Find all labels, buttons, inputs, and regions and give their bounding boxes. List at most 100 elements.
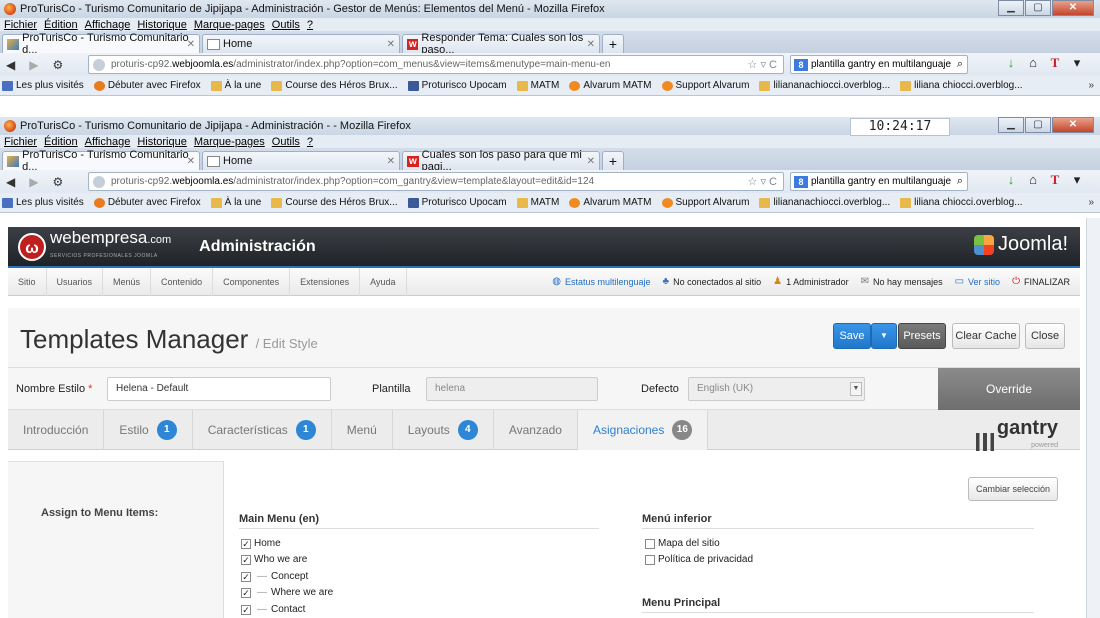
close-window-button[interactable]: ✕: [1052, 0, 1094, 16]
menu-item-where-we-are[interactable]: ✓ — Where we are: [241, 587, 333, 598]
menu-fichier[interactable]: Fichier: [4, 136, 37, 148]
defecto-select[interactable]: English (UK) ▼: [688, 377, 865, 401]
bookmark-item[interactable]: Les plus visités: [2, 197, 84, 208]
menu-affichage[interactable]: Affichage: [85, 19, 131, 31]
menu-chevron-icon[interactable]: ▾: [1066, 172, 1088, 188]
download-icon[interactable]: ↓: [1000, 55, 1022, 71]
bookmark-item[interactable]: MATM: [516, 197, 559, 208]
maximize-button[interactable]: ▢: [1025, 0, 1051, 16]
menu-item-concept[interactable]: ✓ — Concept: [241, 571, 308, 582]
clear-cache-button[interactable]: Clear Cache: [952, 323, 1020, 349]
page-scrollbar[interactable]: [1086, 218, 1100, 618]
close-window-button[interactable]: ✕: [1052, 117, 1094, 133]
menu-marque-pages[interactable]: Marque-pages: [194, 136, 265, 148]
menu-edition[interactable]: Édition: [44, 136, 78, 148]
browser-tab[interactable]: w Cuales son los paso para que mi pagi..…: [402, 149, 600, 173]
menu-historique[interactable]: Historique: [137, 136, 187, 148]
search-icon[interactable]: ⌕: [957, 175, 963, 188]
bookmark-item[interactable]: Débuter avec Firefox: [93, 197, 201, 208]
bookmark-star-icon[interactable]: ☆ ▿ C: [748, 175, 777, 188]
status-finalizar[interactable]: ⏻ FINALIZAR: [1012, 276, 1070, 287]
status-multilenguaje[interactable]: ◍ Estatus multilenguaje: [552, 276, 650, 287]
menu-contenido[interactable]: Contenido: [151, 267, 214, 296]
close-tab-icon[interactable]: ✕: [387, 156, 395, 167]
download-icon[interactable]: ↓: [1000, 172, 1022, 188]
bookmark-item[interactable]: Les plus visités: [2, 80, 84, 91]
browser-tab[interactable]: Home ✕: [202, 151, 400, 170]
tab-introduccion[interactable]: Introducción: [8, 410, 105, 450]
checkbox-unchecked[interactable]: [645, 538, 655, 549]
presets-button[interactable]: Presets: [898, 323, 946, 349]
menu-usuarios[interactable]: Usuarios: [47, 267, 104, 296]
tab-avanzado[interactable]: Avanzado: [494, 410, 578, 450]
bookmark-item[interactable]: À la une: [210, 80, 261, 91]
google-icon[interactable]: 8: [794, 175, 808, 188]
minimize-button[interactable]: ▁: [998, 117, 1024, 133]
menu-ayuda[interactable]: Ayuda: [360, 267, 407, 296]
close-button[interactable]: Close: [1025, 323, 1065, 349]
browser-tab[interactable]: Home ✕: [202, 34, 400, 53]
google-icon[interactable]: 8: [794, 58, 808, 71]
bookmark-star-icon[interactable]: ☆ ▿ C: [748, 58, 777, 71]
bookmark-item[interactable]: Course des Héros Brux...: [271, 197, 398, 208]
search-box[interactable]: 8 plantilla gantry en multilanguaje ⌕: [790, 172, 968, 191]
menu-outils[interactable]: Outils: [272, 19, 300, 31]
site-identity-icon[interactable]: [93, 175, 105, 188]
checkbox-unchecked[interactable]: [645, 554, 655, 565]
bookmark-item[interactable]: Alvarum MATM: [569, 80, 652, 91]
home-icon[interactable]: ⌂: [1022, 55, 1044, 71]
bookmark-item[interactable]: liliananachiocci.overblog...: [759, 197, 890, 208]
webempresa-logo[interactable]: ω webempresa.com SERVICIOS PROFESIONALES …: [18, 229, 171, 263]
tab-layouts[interactable]: Layouts 4: [393, 410, 494, 450]
menu-extensiones[interactable]: Extensiones: [290, 267, 361, 296]
bookmark-item[interactable]: liliana chiocci.overblog...: [900, 80, 1023, 91]
tools-icon[interactable]: ⚙: [52, 175, 63, 189]
close-tab-icon[interactable]: ✕: [387, 39, 395, 50]
menu-item-politica-privacidad[interactable]: Política de privacidad: [645, 554, 753, 565]
bookmark-item[interactable]: Support Alvarum: [661, 80, 749, 91]
tab-caracteristicas[interactable]: Características 1: [193, 410, 332, 450]
bookmark-item[interactable]: Proturisco Upocam: [407, 197, 507, 208]
bookmark-item[interactable]: Proturisco Upocam: [407, 80, 507, 91]
browser-tab[interactable]: w Responder Tema: Cuales son los paso...…: [402, 32, 600, 56]
checkbox-checked[interactable]: ✓: [241, 604, 251, 615]
back-icon[interactable]: ◀: [6, 58, 15, 72]
cambiar-seleccion-button[interactable]: Cambiar selección: [967, 477, 1058, 501]
joomla-logo[interactable]: Joomla!: [973, 233, 1068, 256]
status-no-conectados[interactable]: ♣ No conectados al sitio: [663, 276, 762, 287]
override-button[interactable]: Override: [938, 368, 1080, 410]
browser-tab[interactable]: ProTurisCo - Turismo Comunitario d... ✕: [2, 32, 200, 56]
status-administrador[interactable]: ♟ 1 Administrador: [773, 276, 849, 287]
menu-item-mapa-del-sitio[interactable]: Mapa del sitio: [645, 538, 720, 549]
menu-affichage[interactable]: Affichage: [85, 136, 131, 148]
status-ver-sitio[interactable]: ▭ Ver sitio: [955, 276, 1000, 287]
status-mensajes[interactable]: ✉ No hay mensajes: [861, 276, 943, 287]
checkbox-checked[interactable]: ✓: [241, 554, 251, 565]
menu-menus[interactable]: Menús: [103, 267, 152, 296]
tab-asignaciones[interactable]: Asignaciones 16: [577, 410, 709, 450]
chevron-down-icon[interactable]: ▼: [850, 382, 862, 396]
menu-fichier[interactable]: Fichier: [4, 19, 37, 31]
menu-item-contact[interactable]: ✓ — Contact: [241, 604, 305, 615]
bookmark-item[interactable]: liliananachiocci.overblog...: [759, 80, 890, 91]
t-extension-icon[interactable]: T: [1044, 55, 1066, 71]
close-tab-icon[interactable]: ✕: [187, 39, 195, 50]
maximize-button[interactable]: ▢: [1025, 117, 1051, 133]
menu-item-who-we-are[interactable]: ✓ Who we are: [241, 554, 307, 565]
menu-edition[interactable]: Édition: [44, 19, 78, 31]
menu-componentes[interactable]: Componentes: [213, 267, 291, 296]
site-identity-icon[interactable]: [93, 58, 105, 71]
bookmark-item[interactable]: liliana chiocci.overblog...: [900, 197, 1023, 208]
save-dropdown-button[interactable]: ▼: [871, 323, 897, 349]
search-icon[interactable]: ⌕: [957, 58, 963, 71]
menu-historique[interactable]: Historique: [137, 19, 187, 31]
menu-item-home[interactable]: ✓ Home: [241, 538, 281, 549]
t-extension-icon[interactable]: T: [1044, 172, 1066, 188]
back-icon[interactable]: ◀: [6, 175, 15, 189]
bookmark-item[interactable]: MATM: [516, 80, 559, 91]
menu-help[interactable]: ?: [307, 136, 313, 148]
save-button[interactable]: Save: [833, 323, 871, 349]
menu-sitio[interactable]: Sitio: [8, 267, 47, 296]
bookmark-item[interactable]: Support Alvarum: [661, 197, 749, 208]
address-bar[interactable]: proturis-cp92. webjoomla.es/administrator…: [88, 55, 784, 74]
